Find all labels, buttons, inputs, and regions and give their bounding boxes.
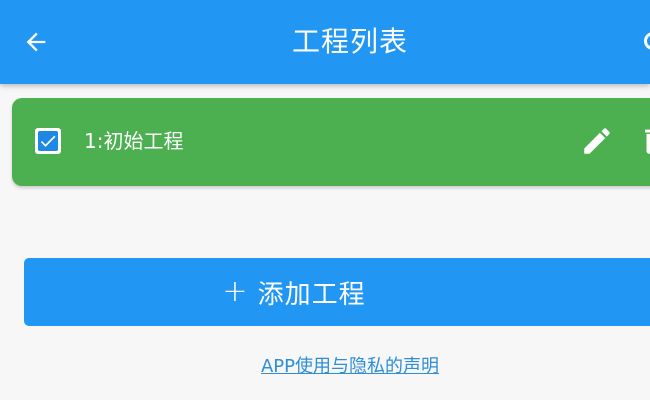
more-button[interactable]: [636, 28, 650, 56]
add-project-button-content: + 添加工程: [24, 258, 564, 326]
add-project-label: 添加工程: [257, 279, 366, 310]
more-icon: [644, 32, 650, 50]
plus-icon: +: [222, 274, 248, 309]
delete-project-button[interactable]: [638, 124, 650, 158]
edit-project-button[interactable]: [580, 124, 614, 158]
pencil-icon: [584, 128, 610, 154]
trash-icon: [645, 129, 650, 154]
add-project-button[interactable]: + 添加工程: [24, 258, 650, 326]
app-bar: 工程列表: [0, 0, 650, 84]
project-list-item[interactable]: 1:初始工程: [12, 98, 650, 186]
privacy-statement-link[interactable]: APP使用与隐私的声明: [0, 352, 650, 378]
check-icon: [38, 131, 58, 151]
page-title: 工程列表: [291, 25, 408, 58]
project-name: 1:初始工程: [84, 129, 184, 153]
project-checkbox[interactable]: [35, 128, 61, 154]
app-screen: 工程列表 1:初始工程 + 添加工程 APP使用与隐私的声明: [0, 0, 650, 400]
